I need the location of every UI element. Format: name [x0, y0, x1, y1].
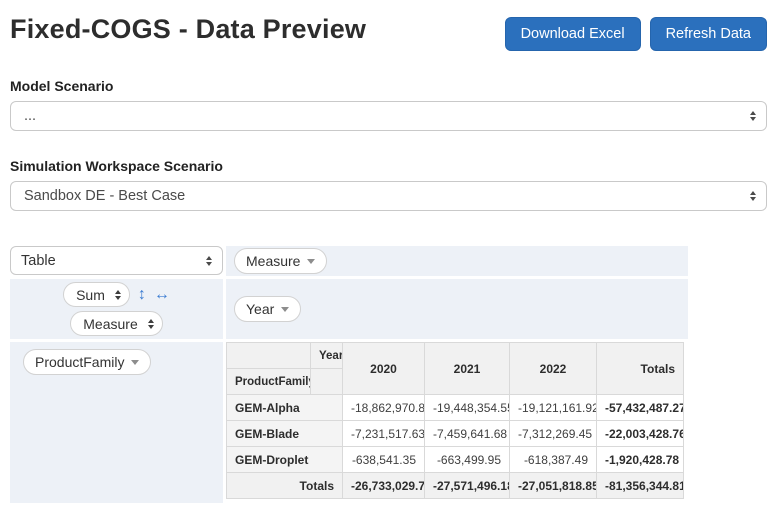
pivot-aggregation-panel: Sum ↕ ↔ Measure [10, 279, 223, 339]
column-dimension-header[interactable]: Year [311, 343, 343, 369]
totals-row-label: Totals [227, 473, 343, 499]
caret-down-icon [281, 307, 289, 312]
cell-total[interactable]: -1,920,428.78 [597, 447, 684, 473]
pivot-rows-panel: ProductFamily [10, 342, 223, 503]
cell-total[interactable]: -57,432,487.27 [597, 395, 684, 421]
column-axis-field-label: Year [246, 301, 274, 317]
download-excel-button[interactable]: Download Excel [505, 17, 641, 51]
refresh-data-button[interactable]: Refresh Data [650, 17, 767, 51]
model-scenario-label: Model Scenario [10, 78, 767, 94]
select-updown-icon [750, 191, 756, 201]
caret-down-icon [131, 360, 139, 365]
pivot-table-area: Year 2020 2021 2022 Totals ProductFamily… [226, 342, 688, 503]
workspace-scenario-label: Simulation Workspace Scenario [10, 158, 767, 174]
header-actions: Download Excel Refresh Data [505, 14, 767, 51]
rows-field-productfamily[interactable]: ProductFamily [23, 349, 151, 375]
column-header-totals: Totals [597, 343, 684, 395]
aggregation-value: Sum [76, 287, 105, 303]
workspace-scenario-group: Simulation Workspace Scenario Sandbox DE… [10, 158, 767, 211]
totals-cell[interactable]: -26,733,029.78 [343, 473, 425, 499]
pivot-columns-band: Measure [226, 246, 688, 276]
select-updown-icon [206, 256, 212, 266]
table-row: GEM-Alpha -18,862,970.80 -19,448,354.55 … [227, 395, 684, 421]
cell-value[interactable]: -7,459,641.68 [425, 421, 510, 447]
cell-total[interactable]: -22,003,428.76 [597, 421, 684, 447]
pivot-view-cell: Table [10, 246, 223, 276]
select-updown-icon [148, 319, 154, 329]
cell-value[interactable]: -638,541.35 [343, 447, 425, 473]
page-header: Fixed-COGS - Data Preview Download Excel… [10, 14, 767, 51]
pivot-data-table: Year 2020 2021 2022 Totals ProductFamily… [226, 342, 684, 499]
totals-row: Totals -26,733,029.78 -27,571,496.18 -27… [227, 473, 684, 499]
model-scenario-select[interactable]: ... [10, 101, 767, 131]
model-scenario-value: ... [24, 108, 36, 124]
cell-value[interactable]: -618,387.49 [510, 447, 597, 473]
pivot-grid: Table Measure Sum ↕ ↔ Measure [10, 246, 688, 503]
row-label[interactable]: GEM-Alpha [227, 395, 343, 421]
cell-value[interactable]: -19,121,161.92 [510, 395, 597, 421]
measure-select-value: Measure [83, 316, 137, 332]
corner-empty-cell [227, 343, 311, 369]
workspace-scenario-select[interactable]: Sandbox DE - Best Case [10, 181, 767, 211]
totals-cell[interactable]: -27,571,496.18 [425, 473, 510, 499]
corner-empty-cell [311, 369, 343, 395]
select-updown-icon [115, 290, 121, 300]
pivot-view-value: Table [21, 253, 56, 269]
aggregation-select[interactable]: Sum [63, 282, 130, 307]
cell-value[interactable]: -18,862,970.80 [343, 395, 425, 421]
select-updown-icon [750, 111, 756, 121]
cell-value[interactable]: -663,499.95 [425, 447, 510, 473]
pivot-view-select[interactable]: Table [10, 246, 223, 275]
totals-cell[interactable]: -27,051,818.85 [510, 473, 597, 499]
pivot-column-axis-band: Year [226, 279, 688, 339]
model-scenario-group: Model Scenario ... [10, 78, 767, 131]
table-row: GEM-Blade -7,231,517.63 -7,459,641.68 -7… [227, 421, 684, 447]
columns-field-measure[interactable]: Measure [234, 248, 327, 274]
cell-value[interactable]: -19,448,354.55 [425, 395, 510, 421]
resize-vertical-icon[interactable]: ↕ [138, 287, 146, 303]
caret-down-icon [307, 259, 315, 264]
table-row: GEM-Droplet -638,541.35 -663,499.95 -618… [227, 447, 684, 473]
workspace-scenario-value: Sandbox DE - Best Case [24, 188, 185, 204]
row-dimension-header[interactable]: ProductFamily [227, 369, 311, 395]
columns-field-label: Measure [246, 253, 300, 269]
totals-cell[interactable]: -81,356,344.81 [597, 473, 684, 499]
cell-value[interactable]: -7,231,517.63 [343, 421, 425, 447]
column-axis-field-year[interactable]: Year [234, 296, 301, 322]
page-title: Fixed-COGS - Data Preview [10, 14, 366, 45]
row-label[interactable]: GEM-Droplet [227, 447, 343, 473]
cell-value[interactable]: -7,312,269.45 [510, 421, 597, 447]
column-header-2021[interactable]: 2021 [425, 343, 510, 395]
column-header-2022[interactable]: 2022 [510, 343, 597, 395]
resize-horizontal-icon[interactable]: ↔ [154, 287, 170, 303]
rows-field-label: ProductFamily [35, 354, 124, 370]
column-header-2020[interactable]: 2020 [343, 343, 425, 395]
row-label[interactable]: GEM-Blade [227, 421, 343, 447]
measure-select[interactable]: Measure [70, 311, 162, 336]
